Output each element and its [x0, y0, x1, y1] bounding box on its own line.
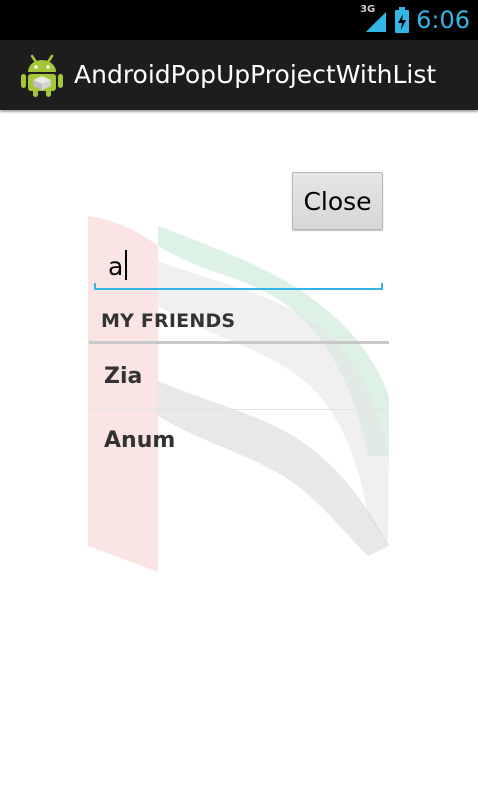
search-input-value: a	[108, 252, 124, 281]
android-app-icon[interactable]	[20, 52, 64, 98]
section-header: MY FRIENDS	[101, 310, 236, 332]
search-underline-left-tick	[94, 283, 96, 290]
friend-name: Anum	[104, 428, 176, 453]
status-icons: 3G 6:06	[360, 4, 470, 36]
clock: 6:06	[416, 6, 470, 34]
status-bar: 3G 6:06	[0, 0, 478, 40]
search-input[interactable]: a	[94, 242, 383, 290]
signal-3g-icon: 3G	[360, 4, 388, 34]
list-item-friend[interactable]: Anum	[89, 410, 389, 474]
app-title: AndroidPopUpProjectWithList	[74, 60, 437, 89]
search-underline-right-tick	[381, 283, 383, 290]
friends-popup: Close a MY FRIENDS Zia Anum	[88, 160, 389, 580]
search-underline	[94, 288, 383, 290]
action-bar: AndroidPopUpProjectWithList	[0, 40, 478, 110]
section-divider	[89, 341, 389, 344]
text-cursor	[125, 250, 127, 280]
close-button[interactable]: Close	[292, 172, 383, 230]
battery-charging-icon	[394, 6, 410, 34]
friend-name: Zia	[104, 364, 143, 389]
list-item-friend[interactable]: Zia	[89, 346, 389, 410]
